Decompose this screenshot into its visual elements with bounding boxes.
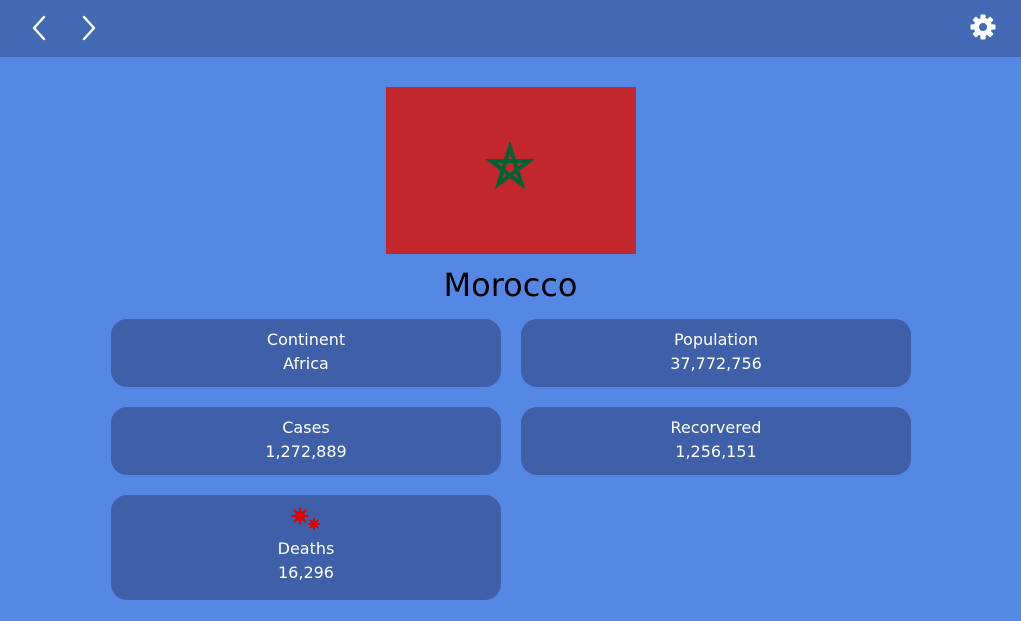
settings-button[interactable] [969,13,997,41]
virus-icon [291,507,320,530]
recovered-card: Recorvered 1,256,151 [521,407,911,475]
population-label: Population [673,330,759,349]
country-name: Morocco [443,266,578,304]
continent-card: Continent Africa [111,319,501,387]
continent-label: Continent [266,330,346,349]
star-icon [485,142,535,190]
cases-label: Cases [282,418,330,437]
country-flag [386,87,636,254]
chevron-left-icon [32,15,46,41]
recovered-label: Recorvered [670,418,762,437]
chevron-right-icon [82,15,96,41]
forward-button[interactable] [76,14,104,42]
cases-card: Cases 1,272,889 [111,407,501,475]
cases-value: 1,272,889 [265,442,347,461]
back-button[interactable] [26,14,54,42]
top-bar [0,0,1021,57]
deaths-value: 16,296 [278,563,334,582]
gear-icon [970,14,996,40]
continent-value: Africa [283,354,329,373]
deaths-card: Deaths 16,296 [111,495,501,600]
deaths-label: Deaths [277,539,335,558]
recovered-value: 1,256,151 [675,442,757,461]
population-card: Population 37,772,756 [521,319,911,387]
population-value: 37,772,756 [670,354,762,373]
